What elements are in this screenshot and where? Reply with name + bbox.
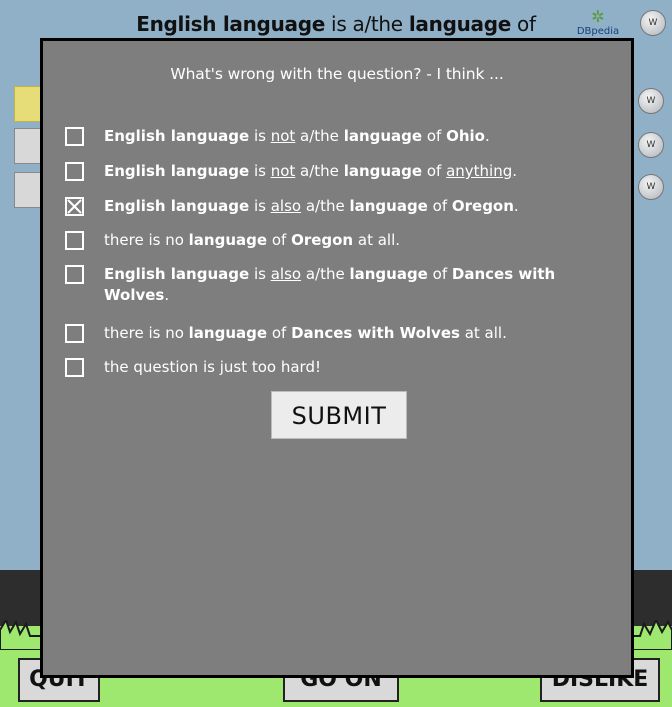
option-label: there is no language of Oregon at all.	[104, 230, 625, 251]
feedback-dialog: What's wrong with the question? - I thin…	[40, 38, 634, 678]
option-text-segment: of	[267, 324, 292, 342]
feedback-option[interactable]: English language is not a/the language o…	[65, 126, 625, 147]
option-text-segment: is	[249, 197, 271, 215]
option-text-segment: Oregon	[451, 197, 514, 215]
option-text-segment: language	[349, 197, 428, 215]
option-text-segment: of	[427, 197, 452, 215]
option-label: the question is just too hard!	[104, 357, 625, 378]
option-text-segment: not	[270, 162, 296, 180]
option-checkbox[interactable]	[65, 358, 84, 377]
option-text-segment: a/the	[301, 197, 350, 215]
dbpedia-logo: ✲ DBpedia	[570, 8, 626, 42]
option-text-segment: English language	[104, 162, 250, 180]
dbpedia-logo-text: DBpedia	[576, 26, 620, 37]
option-text-segment: anything	[446, 162, 513, 180]
option-text-segment: a/the	[295, 127, 344, 145]
option-text-segment: of	[422, 162, 447, 180]
option-text-segment: English language	[104, 197, 250, 215]
wikipedia-icon[interactable]: W	[638, 174, 664, 200]
option-text-segment: also	[270, 197, 302, 215]
option-text-segment: the question is just too hard!	[104, 358, 321, 376]
wikipedia-icon[interactable]: W	[638, 132, 664, 158]
option-text-segment: also	[270, 265, 302, 283]
option-text-segment: language	[343, 162, 423, 180]
feedback-option[interactable]: English language is also a/the language …	[65, 196, 625, 217]
option-checkbox[interactable]	[65, 265, 84, 284]
feedback-option[interactable]: English language is not a/the language o…	[65, 161, 625, 182]
feedback-option[interactable]: the question is just too hard!	[65, 357, 625, 378]
checkmark-x-icon	[67, 199, 82, 214]
dialog-heading: What's wrong with the question? - I thin…	[170, 65, 504, 83]
option-text-segment: language	[343, 127, 423, 145]
option-text-segment: is	[249, 265, 271, 283]
option-text-segment: of	[267, 231, 292, 249]
option-checkbox[interactable]	[65, 127, 84, 146]
option-text-segment: language	[188, 231, 268, 249]
option-label: English language is also a/the language …	[104, 196, 625, 217]
option-text-segment: there is no	[104, 231, 189, 249]
option-checkbox[interactable]	[65, 324, 84, 343]
option-text-segment: .	[512, 162, 518, 180]
wikipedia-icon[interactable]: W	[638, 88, 664, 114]
option-text-segment: at all.	[459, 324, 507, 342]
submit-button[interactable]: SUBMIT	[271, 391, 407, 439]
option-text-segment: at all.	[353, 231, 401, 249]
option-text-segment: English language	[104, 265, 250, 283]
option-label: English language is also a/the language …	[104, 264, 594, 306]
option-text-segment: .	[164, 286, 170, 304]
option-text-segment: Oregon	[291, 231, 354, 249]
option-text-segment: .	[484, 127, 490, 145]
option-text-segment: Ohio	[446, 127, 485, 145]
wikipedia-icon: W	[640, 10, 666, 36]
option-text-segment: .	[513, 197, 519, 215]
option-text-segment: of	[427, 265, 452, 283]
option-text-segment: language	[349, 265, 428, 283]
option-text-segment: Dances with Wolves	[291, 324, 460, 342]
option-text-segment: of	[422, 127, 447, 145]
option-text-segment: is	[249, 162, 271, 180]
option-text-segment: there is no	[104, 324, 189, 342]
dbpedia-mark-icon: ✲	[591, 7, 605, 26]
option-text-segment: language	[188, 324, 268, 342]
feedback-option[interactable]: English language is also a/the language …	[65, 264, 625, 306]
option-text-segment: not	[270, 127, 296, 145]
feedback-option[interactable]: there is no language of Dances with Wolv…	[65, 323, 625, 344]
option-label: there is no language of Dances with Wolv…	[104, 323, 625, 344]
option-checkbox[interactable]	[65, 162, 84, 181]
option-checkbox[interactable]	[65, 197, 84, 216]
option-text-segment: a/the	[295, 162, 344, 180]
option-text-segment: a/the	[301, 265, 350, 283]
feedback-option[interactable]: there is no language of Oregon at all.	[65, 230, 625, 251]
option-text-segment: English language	[104, 127, 250, 145]
option-label: English language is not a/the language o…	[104, 126, 625, 147]
option-label: English language is not a/the language o…	[104, 161, 625, 182]
option-text-segment: is	[249, 127, 271, 145]
option-checkbox[interactable]	[65, 231, 84, 250]
